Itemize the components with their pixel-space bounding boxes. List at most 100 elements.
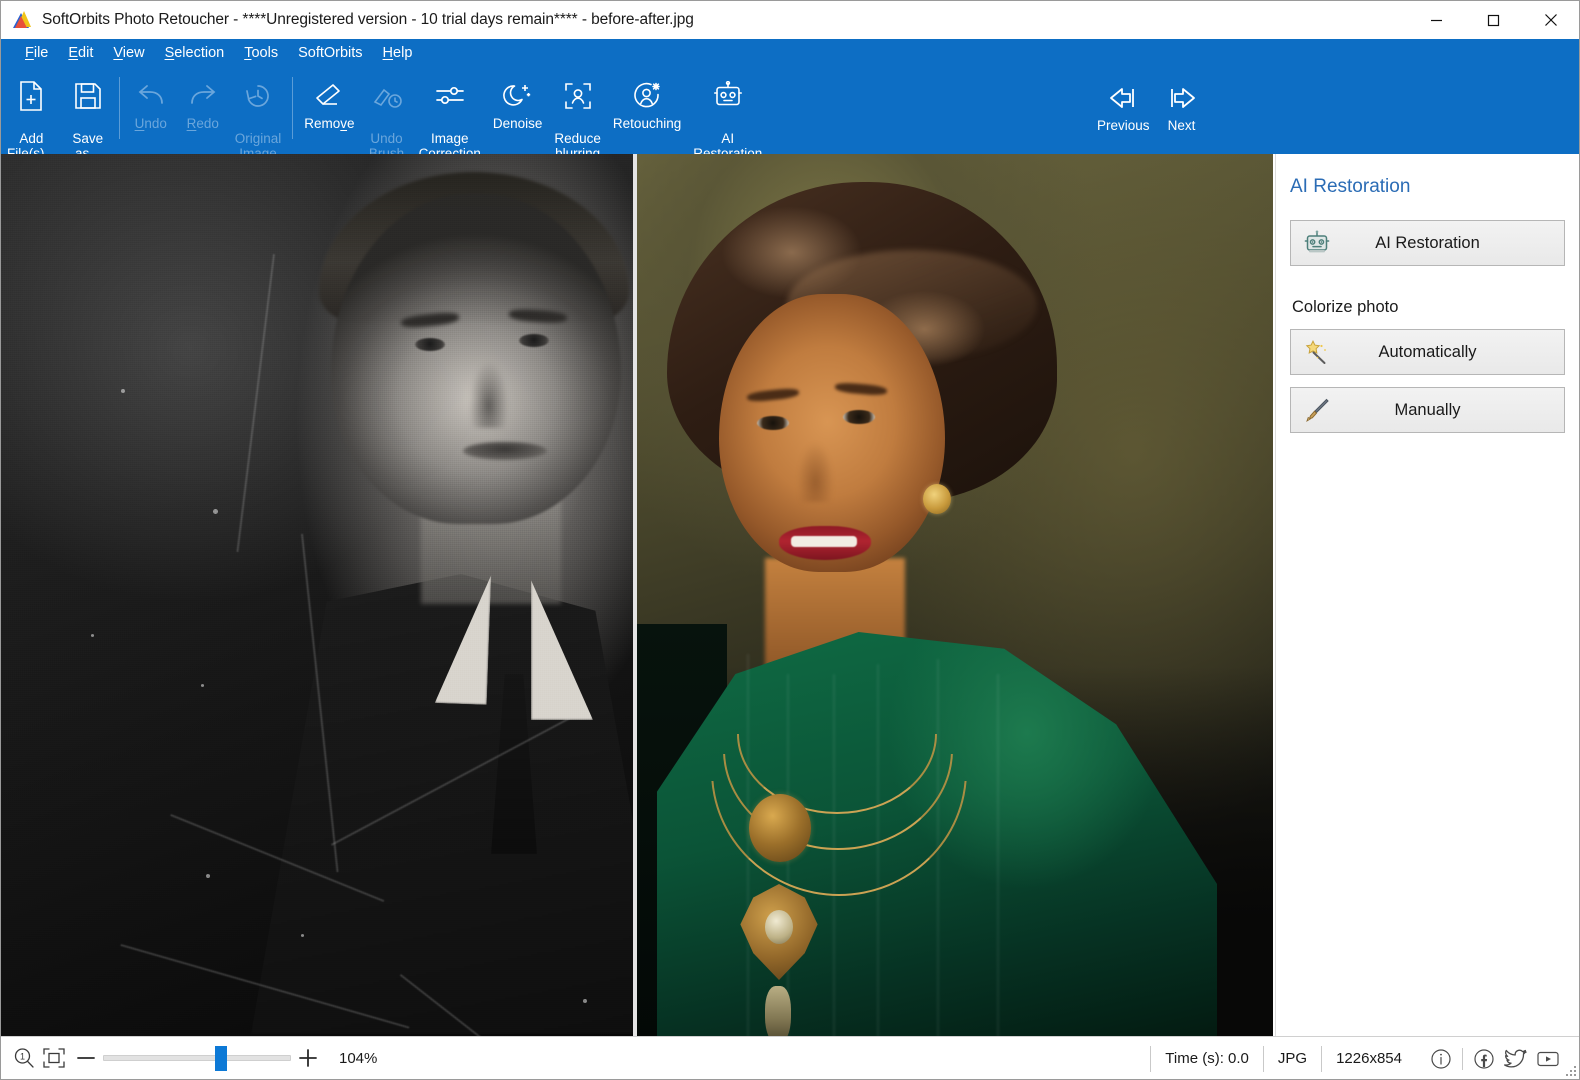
redo-label: Redo xyxy=(187,116,219,131)
key-icon[interactable] xyxy=(1483,153,1513,181)
zoom-percent-label: 104% xyxy=(339,1050,377,1067)
undo-arrow-icon xyxy=(136,78,166,114)
panel-ai-restoration-button[interactable]: AI Restoration xyxy=(1290,220,1565,266)
moon-sparkle-icon xyxy=(503,78,533,114)
before-image-pane[interactable] xyxy=(1,154,633,1036)
redo-button[interactable]: Redo xyxy=(177,73,229,131)
image-correction-button[interactable]: ImageCorrection xyxy=(413,73,487,161)
previous-label: Previous xyxy=(1097,118,1150,133)
format-indicator: JPG xyxy=(1263,1046,1321,1072)
status-bar: 1 10 xyxy=(1,1036,1579,1079)
arrow-right-bar-icon xyxy=(1165,80,1199,116)
image-canvas[interactable] xyxy=(1,154,1275,1036)
magic-wand-icon xyxy=(1303,338,1331,366)
toolbar-utility-icons xyxy=(1435,153,1561,181)
svg-text:1: 1 xyxy=(20,1052,25,1062)
undo-button[interactable]: Undo xyxy=(125,73,177,131)
title-bar: SoftOrbits Photo Retoucher - ****Unregis… xyxy=(1,1,1579,39)
toolbar: AddFile(s)... Saveas... xyxy=(1,68,1579,154)
sliders-icon xyxy=(434,78,466,114)
colorize-manually-button[interactable]: Manually xyxy=(1290,387,1565,433)
next-button[interactable]: Next xyxy=(1156,75,1208,133)
robot-icon xyxy=(1303,229,1331,257)
remove-label: Remove xyxy=(304,116,354,131)
menu-bar: File Edit View Selection Tools SoftOrbit… xyxy=(1,39,1579,68)
eraser-icon xyxy=(313,78,345,114)
zoom-slider[interactable] xyxy=(103,1043,291,1073)
facebook-icon[interactable] xyxy=(1469,1044,1499,1074)
ai-restoration-button[interactable]: AIRestoration xyxy=(687,73,768,161)
person-gear-icon xyxy=(632,78,662,114)
social-links xyxy=(1416,1044,1579,1074)
colorize-automatically-label: Automatically xyxy=(1291,343,1564,362)
undo-brush-button[interactable]: UndoBrush xyxy=(361,73,413,161)
colorize-automatically-button[interactable]: Automatically xyxy=(1290,329,1565,375)
previous-button[interactable]: Previous xyxy=(1091,75,1156,133)
youtube-icon[interactable] xyxy=(1533,1044,1563,1074)
close-button[interactable] xyxy=(1522,1,1579,39)
menu-tools[interactable]: Tools xyxy=(234,42,288,65)
zoom-controls: 1 10 xyxy=(1,1043,377,1073)
menu-softorbits[interactable]: SoftOrbits xyxy=(288,42,372,65)
twitter-bird-icon[interactable] xyxy=(1501,1044,1531,1074)
resize-grip-icon[interactable] xyxy=(1564,1064,1576,1076)
original-image-button[interactable]: OriginalImage xyxy=(229,73,288,161)
redo-arrow-icon xyxy=(188,78,218,114)
menu-view[interactable]: View xyxy=(103,42,154,65)
brush-clock-icon xyxy=(371,78,403,114)
toolbar-group-file: AddFile(s)... Saveas... xyxy=(1,73,114,151)
document-plus-icon xyxy=(17,78,45,114)
toolbar-separator-2 xyxy=(292,77,293,139)
main-area: AI Restoration AI Restoration Colorize xyxy=(1,154,1579,1036)
right-panel: AI Restoration AI Restoration Colorize xyxy=(1275,154,1579,1036)
status-right: Time (s): 0.0 JPG 1226x854 xyxy=(1150,1037,1579,1080)
face-focus-icon xyxy=(563,78,593,114)
minimize-button[interactable] xyxy=(1408,1,1465,39)
shopping-cart-icon[interactable] xyxy=(1435,153,1465,181)
application-window: SoftOrbits Photo Retoucher - ****Unregis… xyxy=(0,0,1580,1080)
save-as-button[interactable]: Saveas... xyxy=(62,73,114,161)
zoom-slider-track xyxy=(103,1055,291,1061)
fit-to-screen-icon[interactable] xyxy=(39,1043,69,1073)
arrow-left-bar-icon xyxy=(1106,80,1140,116)
menu-edit[interactable]: Edit xyxy=(58,42,103,65)
toolbar-group-navigation: Previous Next xyxy=(1091,75,1208,133)
reduce-blurring-button[interactable]: Reduceblurring xyxy=(548,73,607,161)
menu-file[interactable]: File xyxy=(15,42,58,65)
panel-ai-restoration-label: AI Restoration xyxy=(1291,234,1564,253)
info-circle-icon[interactable] xyxy=(1426,1044,1456,1074)
floppy-disk-icon xyxy=(73,78,103,114)
toolbar-group-history: Undo Redo OriginalImage xyxy=(125,73,288,151)
paintbrush-icon xyxy=(1303,396,1331,424)
softorbits-logo-icon xyxy=(13,10,33,30)
menu-selection[interactable]: Selection xyxy=(155,42,235,65)
package-box-icon[interactable] xyxy=(1531,153,1561,181)
menu-help[interactable]: Help xyxy=(373,42,423,65)
window-controls xyxy=(1408,1,1579,39)
clock-history-icon xyxy=(244,78,272,114)
toolbar-group-tools: Remove UndoBrush xyxy=(298,73,768,151)
denoise-button[interactable]: Denoise xyxy=(487,73,549,131)
remove-button[interactable]: Remove xyxy=(298,73,360,131)
dimensions-indicator: 1226x854 xyxy=(1321,1046,1416,1072)
after-image xyxy=(637,154,1273,1036)
zoom-in-button[interactable] xyxy=(291,1043,325,1073)
window-title: SoftOrbits Photo Retoucher - ****Unregis… xyxy=(42,11,694,29)
next-label: Next xyxy=(1168,118,1196,133)
add-files-button[interactable]: AddFile(s)... xyxy=(1,73,62,161)
before-image xyxy=(1,154,633,1036)
colorize-manually-label: Manually xyxy=(1291,401,1564,420)
maximize-button[interactable] xyxy=(1465,1,1522,39)
zoom-out-button[interactable] xyxy=(69,1043,103,1073)
retouching-label: Retouching xyxy=(613,116,681,131)
denoise-label: Denoise xyxy=(493,116,543,131)
zoom-actual-size-icon[interactable]: 1 xyxy=(9,1043,39,1073)
robot-icon xyxy=(713,78,743,114)
time-indicator: Time (s): 0.0 xyxy=(1150,1046,1263,1072)
after-image-pane[interactable] xyxy=(637,154,1273,1036)
retouching-button[interactable]: Retouching xyxy=(607,73,687,131)
colorize-photo-label: Colorize photo xyxy=(1292,298,1565,317)
undo-label: Undo xyxy=(135,116,167,131)
zoom-slider-handle[interactable] xyxy=(215,1046,227,1071)
toolbar-separator-1 xyxy=(119,77,120,139)
